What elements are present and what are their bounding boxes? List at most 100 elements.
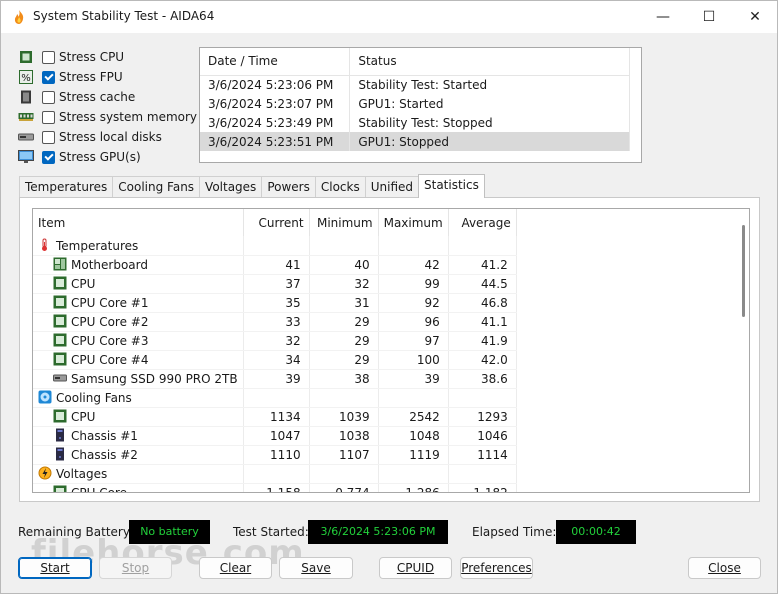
tab-voltages[interactable]: Voltages [199,176,263,198]
stress-memory-checkbox[interactable] [42,110,55,124]
vertical-scrollbar[interactable] [742,225,745,317]
group-row[interactable]: Temperatures [33,236,517,256]
fan-icon [38,390,52,404]
item-label: Chassis #2 [71,448,138,462]
statistics-panel: Item Current Minimum Maximum Average Tem… [19,197,760,502]
stress-fpu-option[interactable]: % Stress FPU [17,67,197,87]
stress-memory-option[interactable]: Stress system memory [17,107,197,127]
title-bar[interactable]: System Stability Test - AIDA64 — ☐ ✕ [1,1,777,33]
start-button[interactable]: Start [18,557,92,579]
stop-button[interactable]: Stop [99,557,172,579]
item-cell: Cooling Fans [33,388,244,408]
avg-cell: 46.8 [448,293,517,313]
maximize-button[interactable]: ☐ [686,1,732,33]
close-button[interactable]: Close [688,557,761,579]
stat-row[interactable]: CPU Core #2 33 29 96 41.1 [33,312,517,332]
stat-row[interactable]: CPU 37 32 99 44.5 [33,274,517,294]
tab-powers[interactable]: Powers [261,176,316,198]
preferences-button[interactable]: Preferences [460,557,533,579]
chassis-icon [53,428,67,442]
chip-icon [53,485,67,492]
stress-disks-checkbox[interactable] [42,130,55,144]
stress-disks-label: Stress local disks [59,130,162,144]
event-log-list[interactable]: Date / Time Status 3/6/2024 5:23:06 PM St… [199,47,642,163]
avg-cell: 42.0 [448,350,517,370]
avg-cell: 1114 [448,445,517,465]
stat-row[interactable]: CPU 1134 1039 2542 1293 [33,407,517,427]
min-cell: 38 [309,369,379,389]
item-column-header[interactable]: Item [33,209,244,236]
current-cell: 37 [243,274,310,294]
tab-cooling-fans[interactable]: Cooling Fans [112,176,201,198]
chip-icon [53,295,67,309]
stat-row[interactable]: Motherboard 41 40 42 41.2 [33,255,517,275]
stress-gpu-label: Stress GPU(s) [59,150,141,164]
cache-chip-icon [17,90,34,104]
stat-row[interactable]: CPU Core #3 32 29 97 41.9 [33,331,517,351]
stress-fpu-checkbox[interactable] [42,70,55,84]
minimum-column-header[interactable]: Minimum [309,209,379,236]
fpu-percent-icon: % [17,70,34,84]
item-label: CPU Core #3 [71,334,149,348]
log-row[interactable]: 3/6/2024 5:23:06 PM Stability Test: Start… [200,75,630,94]
stat-row[interactable]: CPU Core 1.158 0.774 1.286 1.182 [33,483,517,492]
stat-row[interactable]: Chassis #1 1047 1038 1048 1046 [33,426,517,446]
stat-row[interactable]: Samsung SSD 990 PRO 2TB 39 38 39 38.6 [33,369,517,389]
log-row-selected[interactable]: 3/6/2024 5:23:51 PM GPU1: Stopped [200,132,630,151]
group-row[interactable]: Cooling Fans [33,388,517,408]
item-label: Cooling Fans [56,391,132,405]
stress-cpu-label: Stress CPU [59,50,125,64]
cpuid-button[interactable]: CPUID [379,557,452,579]
stat-row[interactable]: CPU Core #1 35 31 92 46.8 [33,293,517,313]
flame-app-icon [14,10,24,24]
avg-cell: 1293 [448,407,517,427]
current-cell: 34 [243,350,310,370]
maximum-column-header[interactable]: Maximum [378,209,449,236]
current-cell: 35 [243,293,310,313]
ssd-icon [53,371,67,385]
current-column-header[interactable]: Current [243,209,310,236]
item-cell: CPU [33,407,244,427]
clear-button[interactable]: Clear [199,557,272,579]
average-column-header[interactable]: Average [448,209,517,236]
close-window-button[interactable]: ✕ [732,1,778,33]
statistics-grid[interactable]: Item Current Minimum Maximum Average Tem… [32,208,750,493]
date-time-column-header[interactable]: Date / Time [200,48,351,76]
stress-gpu-option[interactable]: Stress GPU(s) [17,147,197,167]
group-row[interactable]: Voltages [33,464,517,484]
item-cell: CPU Core #3 [33,331,244,351]
minimize-button[interactable]: — [640,1,686,33]
stress-disks-option[interactable]: Stress local disks [17,127,197,147]
stress-cache-option[interactable]: Stress cache [17,87,197,107]
log-time: 3/6/2024 5:23:07 PM [200,94,351,113]
stress-cpu-checkbox[interactable] [42,50,55,64]
preferences-button-label: Preferences [461,561,532,575]
max-cell: 99 [378,274,449,294]
current-cell: 1134 [243,407,310,427]
stat-row[interactable]: CPU Core #4 34 29 100 42.0 [33,350,517,370]
max-cell: 2542 [378,407,449,427]
stress-cpu-option[interactable]: Stress CPU [17,47,197,67]
max-cell [378,236,449,256]
stress-options: Stress CPU % Stress FPU Stress cache Str… [17,47,197,167]
min-cell: 32 [309,274,379,294]
item-label: CPU Core #4 [71,353,149,367]
item-label: Voltages [56,467,108,481]
stress-cache-checkbox[interactable] [42,90,55,104]
cpu-chip-icon [17,50,34,64]
tab-temperatures[interactable]: Temperatures [19,176,114,198]
log-row[interactable]: 3/6/2024 5:23:07 PM GPU1: Started [200,94,630,113]
log-row[interactable]: 3/6/2024 5:23:49 PM Stability Test: Stopp… [200,113,630,132]
stat-row[interactable]: Chassis #2 1110 1107 1119 1114 [33,445,517,465]
save-button[interactable]: Save [279,557,353,579]
item-cell: Temperatures [33,236,244,256]
tab-statistics[interactable]: Statistics [418,174,485,198]
current-cell: 41 [243,255,310,275]
avg-cell [448,464,517,484]
elapsed-time-display: 00:00:42 [556,520,636,544]
avg-cell: 1.182 [448,483,517,492]
tab-clocks[interactable]: Clocks [314,176,366,198]
stress-gpu-checkbox[interactable] [42,150,55,164]
tab-unified[interactable]: Unified [364,176,419,198]
status-column-header[interactable]: Status [349,48,630,76]
